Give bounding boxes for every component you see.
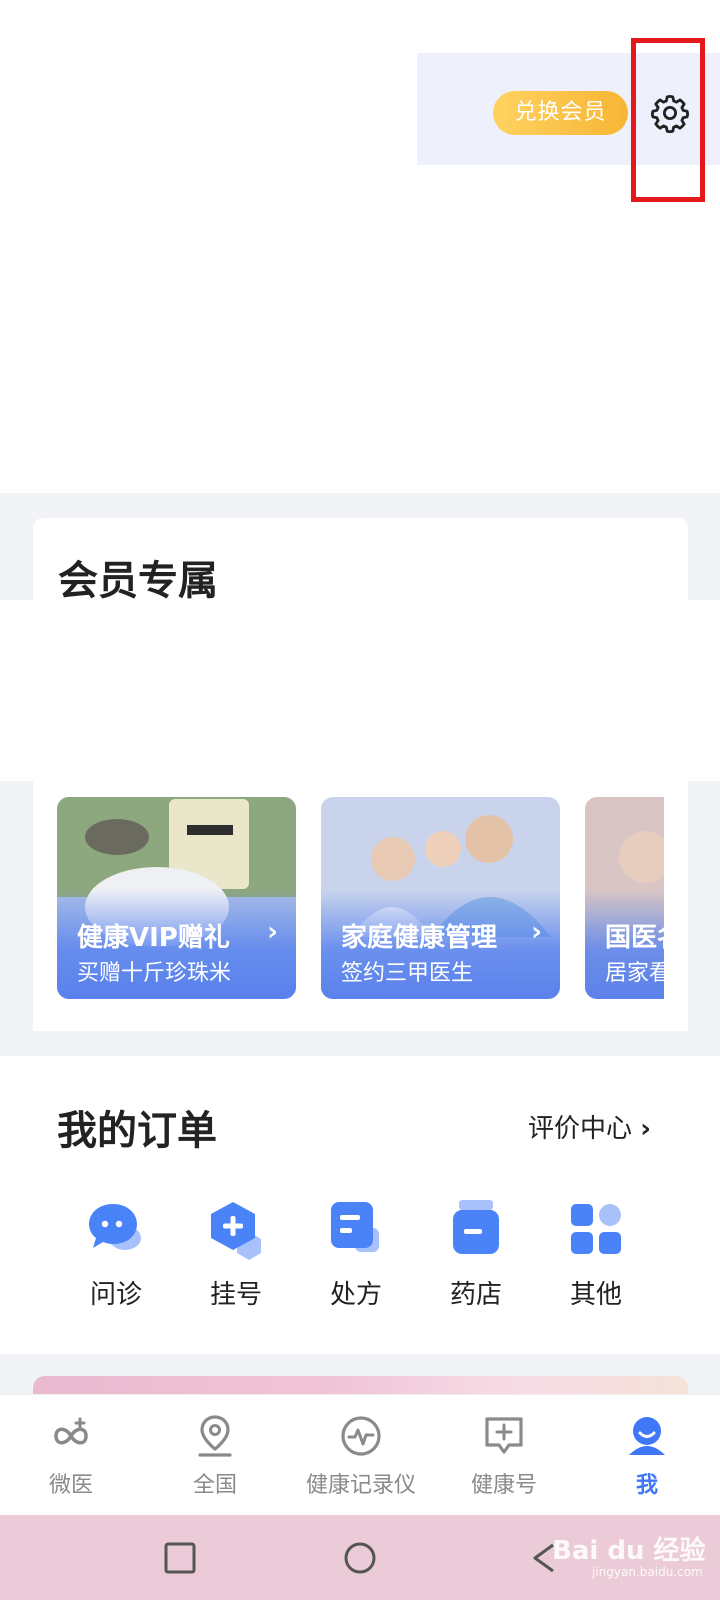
watermark-url: jingyan.baidu.com (592, 1565, 703, 1579)
banner-title: 家庭健康管理 (341, 923, 498, 953)
chevron-right-icon: › (267, 917, 278, 947)
banner-subtitle: 签约三甲医生 (341, 961, 474, 986)
banner-title: 国医名 (605, 923, 664, 953)
nav-item-label: 全国 (192, 1473, 237, 1498)
heartbeat-icon (341, 1416, 381, 1456)
nav-item-label: 微医 (48, 1473, 93, 1498)
location-pin-icon (198, 1415, 232, 1457)
review-center-label: 评价中心 (528, 1114, 633, 1144)
chat-bubble-icon (89, 1204, 141, 1250)
home-icon[interactable] (343, 1541, 377, 1575)
order-item-label: 其他 (569, 1280, 622, 1310)
user-icon (629, 1417, 665, 1455)
orders-section-title: 我的订单 (57, 1108, 217, 1154)
banner-title: 健康VIP赠礼 (77, 923, 230, 953)
banner-tcm[interactable]: 国医名 居家看 (585, 797, 664, 999)
order-item-consultation[interactable]: 问诊 (66, 1198, 166, 1311)
order-item-pharmacy[interactable]: 药店 (426, 1198, 526, 1311)
order-item-label: 处方 (329, 1280, 382, 1310)
order-item-label: 药店 (449, 1280, 502, 1310)
promo-banner[interactable] (33, 1376, 688, 1396)
weiyi-logo-icon (54, 1417, 88, 1445)
nav-item-label: 健康记录仪 (305, 1473, 416, 1498)
chevron-right-icon: › (531, 917, 542, 947)
order-item-label: 问诊 (89, 1280, 142, 1310)
nav-item-label: 健康号 (470, 1473, 537, 1498)
hexagon-plus-icon (211, 1202, 261, 1260)
order-item-registration[interactable]: 挂号 (186, 1198, 286, 1311)
member-banner-carousel[interactable]: 健康VIP赠礼 › 买赠十斤珍珠米 家庭健康管理 › 签约三甲医生 国医名 居家… (57, 797, 664, 1000)
review-center-link[interactable]: 评价中心 › (528, 1108, 651, 1145)
nav-item-weiyi[interactable]: 微医 (36, 1413, 106, 1499)
medicine-bottle-icon (453, 1200, 499, 1254)
banner-health-vip[interactable]: 健康VIP赠礼 › 买赠十斤珍珠米 (57, 797, 296, 999)
chevron-right-icon: › (640, 1114, 651, 1144)
banner-subtitle: 居家看 (605, 961, 664, 986)
banner-subtitle: 买赠十斤珍珠米 (77, 961, 232, 986)
nav-item-health-recorder[interactable]: 健康记录仪 (299, 1413, 423, 1499)
order-item-label: 挂号 (209, 1280, 262, 1310)
redeem-membership-button[interactable]: 兑换会员 (493, 91, 628, 135)
highlight-annotation-box (631, 38, 705, 202)
recent-apps-icon[interactable] (163, 1541, 197, 1575)
grid-icon (571, 1204, 621, 1254)
order-item-other[interactable]: 其他 (546, 1198, 646, 1311)
banner-family-health[interactable]: 家庭健康管理 › 签约三甲医生 (321, 797, 560, 999)
nav-item-nationwide[interactable]: 全国 (180, 1413, 250, 1499)
watermark-text: Bai du 经验 (552, 1536, 706, 1566)
member-section-title: 会员专属 (58, 558, 218, 604)
nav-item-me[interactable]: 我 (612, 1413, 682, 1499)
prescription-icon (331, 1202, 379, 1252)
bottom-navigation: 微医 全国 健康记录仪 健康号 我 (0, 1394, 720, 1515)
nav-item-label: 我 (635, 1473, 658, 1498)
message-plus-icon (485, 1417, 523, 1454)
order-item-prescription[interactable]: 处方 (306, 1198, 406, 1311)
nav-item-health-account[interactable]: 健康号 (464, 1413, 544, 1499)
